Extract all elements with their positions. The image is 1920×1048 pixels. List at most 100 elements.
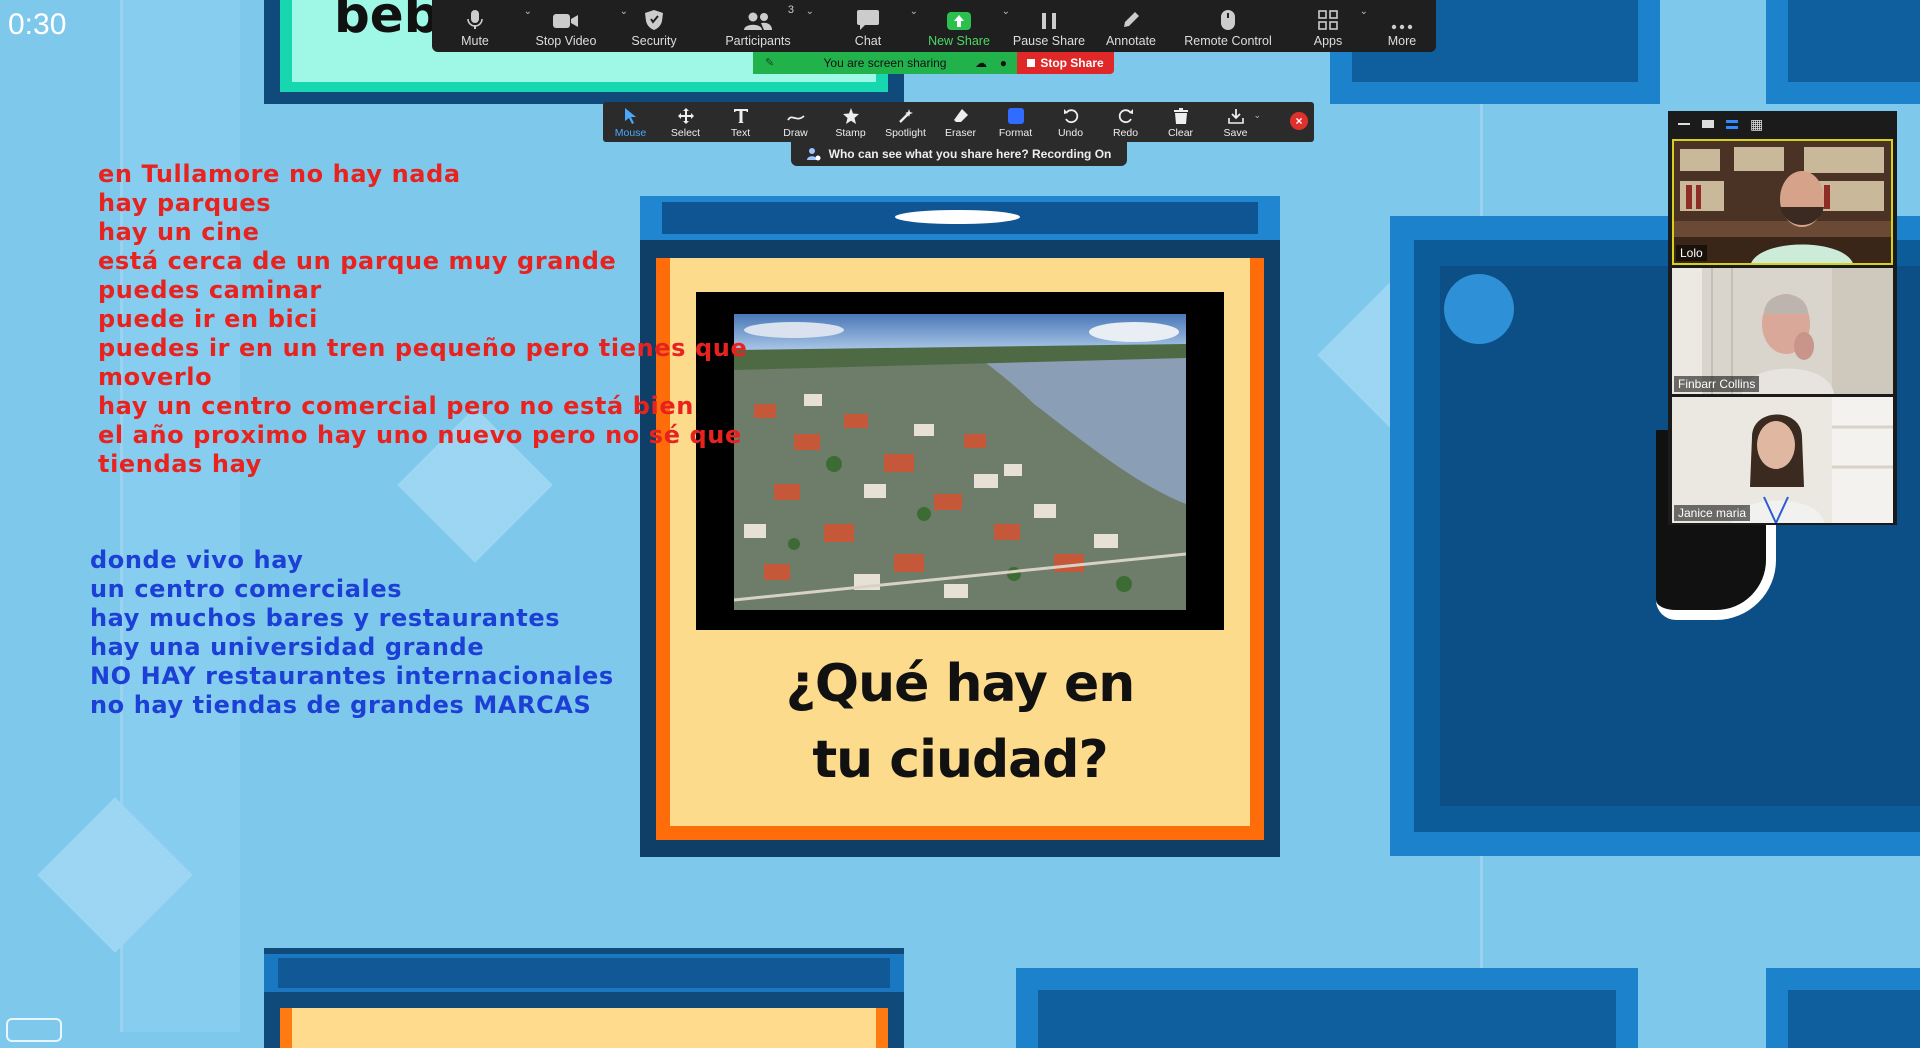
note-line: hay un centro comercial pero no está bie…: [98, 392, 694, 420]
note-line: hay una universidad grande: [90, 633, 485, 661]
participant-video: [1674, 141, 1891, 263]
apps-button[interactable]: Apps ⌄: [1288, 0, 1368, 52]
participants-button[interactable]: Participants 3 ⌄: [694, 0, 822, 52]
mute-label: Mute: [461, 34, 489, 48]
note-line: donde vivo hay: [90, 546, 304, 574]
note-line: no hay tiendas de grandes MARCAS: [90, 691, 592, 719]
apps-icon: [1318, 10, 1338, 30]
undo-tool[interactable]: Undo: [1043, 102, 1098, 142]
note-line: un centro comerciales: [90, 575, 403, 603]
stop-video-button[interactable]: Stop Video ⌄: [518, 0, 628, 52]
draw-tool[interactable]: Draw: [768, 102, 823, 142]
participant-name: Janice maria: [1674, 505, 1751, 521]
stop-video-label: Stop Video: [535, 34, 597, 48]
participants-label: Participants: [725, 34, 791, 48]
hide-video-icon[interactable]: [1702, 120, 1714, 128]
apps-label: Apps: [1313, 34, 1343, 48]
select-tool[interactable]: Select: [658, 102, 713, 142]
spotlight-tool-label: Spotlight: [885, 127, 926, 139]
note-line: hay parques: [98, 189, 272, 217]
share-arrow-icon: [947, 12, 971, 30]
chevron-down-icon[interactable]: ⌄: [806, 6, 814, 17]
slide-thumbnail-bottom: [264, 948, 904, 1048]
mouse-tool[interactable]: Mouse: [603, 102, 658, 142]
note-line: puedes caminar: [98, 276, 322, 304]
chevron-down-icon[interactable]: ⌄: [1253, 110, 1261, 121]
pencil-icon: [1124, 12, 1139, 27]
stop-share-button[interactable]: Stop Share: [1017, 52, 1114, 74]
close-annotation-button[interactable]: ×: [1290, 112, 1308, 130]
spotlight-tool[interactable]: Spotlight: [878, 102, 933, 142]
undo-tool-label: Undo: [1057, 127, 1084, 139]
gallery-view-icon[interactable]: ▦: [1750, 117, 1763, 131]
clear-tool-label: Clear: [1167, 127, 1194, 139]
security-label: Security: [631, 34, 677, 48]
participant-name: Lolo: [1676, 245, 1707, 261]
eraser-tool[interactable]: Eraser: [933, 102, 988, 142]
video-tile[interactable]: Janice maria: [1672, 397, 1893, 523]
video-tile[interactable]: Finbarr Collins: [1672, 268, 1893, 394]
note-line: NO HAY restaurantes internacionales: [90, 662, 614, 690]
chat-icon: [857, 10, 879, 30]
annotate-label: Annotate: [1105, 34, 1157, 48]
slide-title: ¿Qué hay en tu ciudad?: [670, 646, 1250, 798]
format-tool[interactable]: Format: [988, 102, 1043, 142]
note-line: puede ir en bici: [98, 305, 318, 333]
security-button[interactable]: Security: [614, 0, 694, 52]
slide-title-line2: tu ciudad?: [812, 730, 1108, 790]
speaker-view-icon[interactable]: [1726, 119, 1738, 129]
more-button[interactable]: More: [1368, 0, 1436, 52]
video-camera-icon: [553, 14, 578, 28]
mouse-icon: [1221, 10, 1235, 30]
redo-tool[interactable]: Redo: [1098, 102, 1153, 142]
clear-tool[interactable]: Clear: [1153, 102, 1208, 142]
save-tool[interactable]: Save ⌄: [1208, 102, 1263, 142]
slide-top-word: beb: [334, 0, 440, 44]
note-line: moverlo: [98, 363, 213, 391]
pause-share-button[interactable]: Pause Share: [1004, 0, 1094, 52]
person-eye-icon: [806, 148, 821, 161]
video-tile[interactable]: Lolo: [1672, 139, 1893, 265]
meeting-toolbar: Mute ⌄ Stop Video ⌄ Security Participant…: [432, 0, 1436, 52]
screen-sharing-status[interactable]: ✎ You are screen sharing ☁ ●: [753, 52, 1017, 74]
pin-icon[interactable]: ✎: [765, 56, 774, 69]
text-tool-label: Text: [730, 127, 751, 139]
city-aerial-photo: [734, 314, 1186, 610]
note-line: puedes ir en un tren pequeño pero tienes…: [98, 334, 748, 362]
mute-button[interactable]: Mute ⌄: [432, 0, 532, 52]
slide-thumbnail-bottom-mid: [1016, 968, 1638, 1048]
more-dots-icon: [1391, 24, 1413, 30]
recording-timer: 0:30: [8, 8, 67, 41]
pause-share-label: Pause Share: [1012, 34, 1086, 48]
note-line: hay muchos bares y restaurantes: [90, 604, 561, 632]
stop-square-icon: [1027, 59, 1036, 67]
chat-button[interactable]: Chat ⌄: [822, 0, 918, 52]
stamp-tool-label: Stamp: [835, 127, 866, 139]
redo-icon: [1118, 109, 1133, 124]
minimize-icon[interactable]: [1678, 123, 1690, 125]
shield-icon: [645, 10, 663, 30]
who-can-see-text: Who can see what you share here? Recordi…: [828, 147, 1112, 161]
note-line: tiendas hay: [98, 450, 262, 478]
slide-title-line1: ¿Qué hay en: [785, 654, 1136, 714]
annotation-notes-blue: donde vivo hay un centro comerciales hay…: [90, 546, 614, 720]
chevron-down-icon[interactable]: ⌄: [1360, 6, 1368, 17]
text-tool[interactable]: Text: [713, 102, 768, 142]
pause-icon: [1042, 13, 1056, 29]
eraser-tool-label: Eraser: [945, 127, 976, 139]
move-icon: [677, 108, 694, 124]
eraser-icon: [953, 109, 968, 122]
remote-control-button[interactable]: Remote Control: [1168, 0, 1288, 52]
trash-icon: [1173, 108, 1188, 124]
new-share-button[interactable]: New Share ⌄: [914, 0, 1010, 52]
slide-thumbnail-bottom-right: [1766, 968, 1920, 1048]
annotate-button[interactable]: Annotate: [1094, 0, 1168, 52]
undo-icon: [1063, 109, 1078, 124]
who-can-see-banner[interactable]: Who can see what you share here? Recordi…: [791, 142, 1127, 166]
city-photo-frame: [696, 292, 1224, 630]
text-icon: [733, 109, 748, 123]
stamp-tool[interactable]: Stamp: [823, 102, 878, 142]
participant-name: Finbarr Collins: [1674, 376, 1760, 392]
format-icon: [1007, 108, 1024, 124]
select-tool-label: Select: [670, 127, 701, 139]
